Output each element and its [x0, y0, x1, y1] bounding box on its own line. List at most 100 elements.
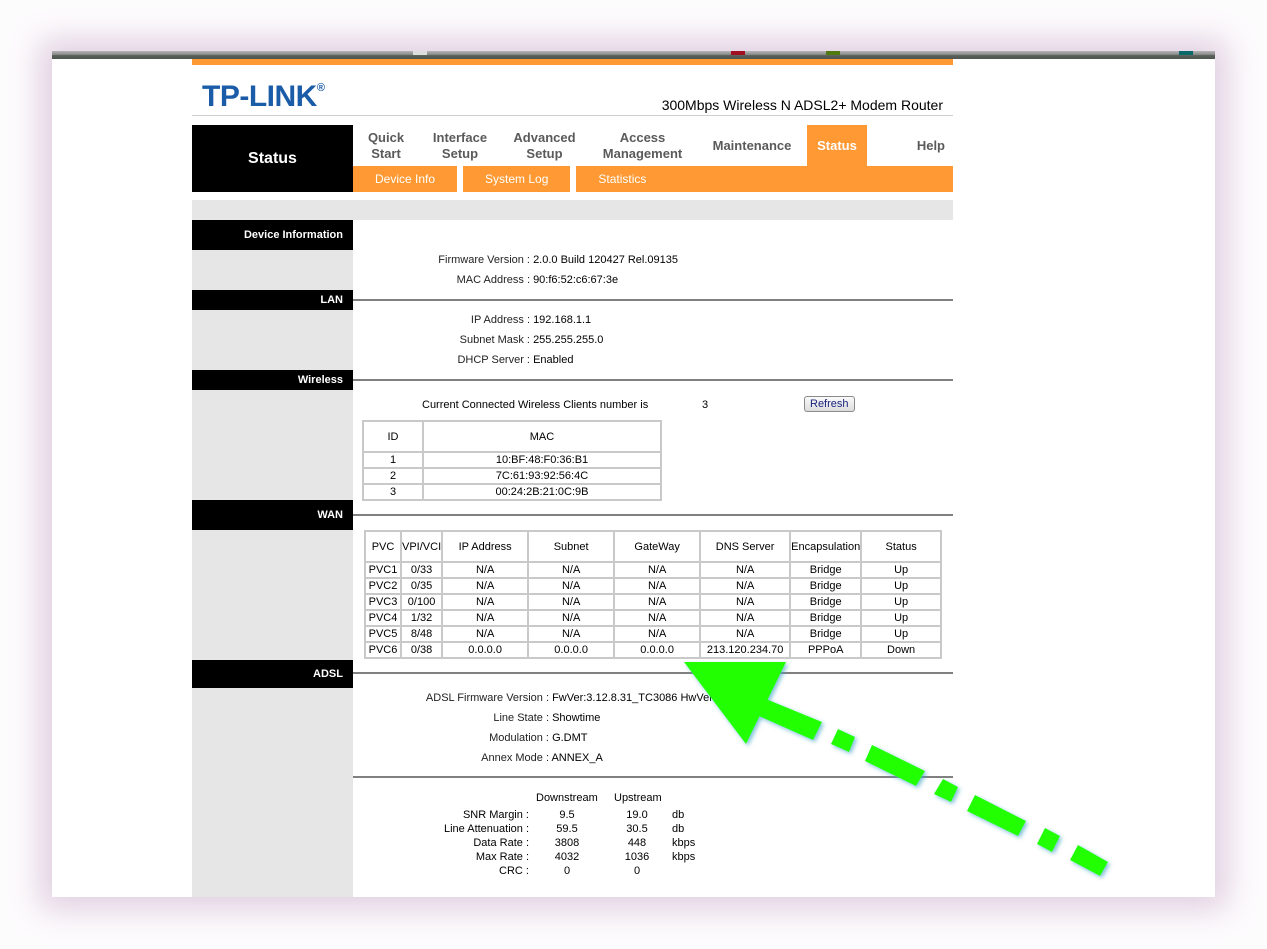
cell-status: Up [860, 593, 942, 611]
subnav-statistics[interactable]: Statistics [576, 166, 668, 192]
col-status: Status [860, 530, 942, 563]
cell-encapsulation: Bridge [789, 561, 863, 579]
section-adsl: ADSL [192, 660, 353, 688]
cell-ip-address: N/A [441, 593, 530, 611]
tp-link-logo: TP-LINK® [202, 80, 325, 114]
cell-vpi-vci: 0/33 [399, 561, 444, 579]
sub-navigation: Device Info System Log Statistics [353, 166, 953, 192]
table-row: PVC3 0/100 N/A N/A N/A N/A Bridge Up [364, 593, 942, 611]
nav-advanced-setup[interactable]: Advanced Setup [501, 125, 588, 166]
gray-spacer-bar [192, 200, 953, 220]
cell-subnet: N/A [527, 561, 616, 579]
table-row: 1 10:BF:48:F0:36:B1 [362, 451, 662, 469]
cell-gateway: N/A [613, 625, 702, 643]
col-mac: MAC [422, 420, 662, 453]
stats-downstream-value: 4032 [554, 851, 580, 863]
nav-maintenance[interactable]: Maintenance [697, 125, 807, 166]
lan-dhcp-value: Enabled [533, 354, 574, 366]
logo-text: TP-LINK [202, 80, 317, 113]
cell-status: Up [860, 561, 942, 579]
cell-subnet: N/A [527, 577, 616, 595]
cell-pvc: PVC6 [364, 641, 402, 659]
table-row: PVC1 0/33 N/A N/A N/A N/A Bridge Up [364, 561, 942, 579]
cell-vpi-vci: 0/100 [399, 593, 444, 611]
stats-unit: db [672, 823, 685, 835]
cell-ip-address: N/A [441, 609, 530, 627]
cell-encapsulation: PPPoA [789, 641, 863, 659]
cell-dns-server: N/A [699, 561, 792, 579]
cell-subnet: N/A [527, 625, 616, 643]
stats-downstream-value: 59.5 [556, 823, 578, 835]
browser-toolbar-strip [52, 51, 1215, 59]
stats-upstream-value: 30.5 [626, 823, 648, 835]
main-navigation: Status Quick Start Interface Setup Advan… [192, 125, 953, 192]
stats-unit: db [672, 809, 685, 821]
brand-header: TP-LINK® 300Mbps Wireless N ADSL2+ Modem… [192, 65, 953, 116]
stats-col-downstream: Downstream [536, 792, 598, 804]
cell-mac: 00:24:2B:21:0C:9B [422, 483, 662, 501]
nav-help[interactable]: Help [867, 125, 953, 166]
adsl-mod-row: Modulation : G.DMT [349, 732, 588, 744]
lan-dhcp-label: DHCP Server : [457, 354, 530, 366]
stats-col-upstream: Upstream [614, 792, 662, 804]
cell-status: Up [860, 609, 942, 627]
adsl-fw-label: ADSL Firmware Version : [425, 692, 549, 704]
adsl-mod-label: Modulation : [489, 732, 549, 744]
subnav-device-info[interactable]: Device Info [353, 166, 457, 192]
cell-id: 2 [362, 467, 424, 485]
toolbar-icon [826, 51, 840, 55]
col-pvc: PVC [364, 530, 402, 563]
cell-mac: 7C:61:93:92:56:4C [422, 467, 662, 485]
cell-vpi-vci: 0/38 [399, 641, 444, 659]
section-wan: WAN [192, 500, 353, 530]
stats-upstream-value: 19.0 [626, 809, 648, 821]
wireless-clients-label: Current Connected Wireless Clients numbe… [422, 399, 649, 411]
adsl-line-row: Line State : Showtime [349, 712, 600, 724]
section-divider [353, 514, 953, 516]
nav-access-management[interactable]: Access Management [588, 125, 697, 166]
wireless-clients-count: 3 [702, 399, 709, 411]
adsl-line-label: Line State : [493, 712, 549, 724]
cell-pvc: PVC4 [364, 609, 402, 627]
toolbar-icon [413, 51, 427, 55]
cell-pvc: PVC5 [364, 625, 402, 643]
wireless-clients-table: ID MAC 1 10:BF:48:F0:36:B1 2 7C:61:93:92:5… [362, 420, 662, 501]
cell-status: Down [860, 641, 942, 659]
stats-unit: kbps [672, 851, 696, 863]
cell-gateway: N/A [613, 577, 702, 595]
toolbar-icon [731, 51, 745, 55]
stats-downstream-value: 3808 [554, 837, 580, 849]
lan-mask-value: 255.255.255.0 [533, 334, 604, 346]
stats-label: Data Rate : [473, 837, 529, 849]
col-subnet: Subnet [527, 530, 616, 563]
cell-ip-address: 0.0.0.0 [441, 641, 530, 659]
nav-interface-setup[interactable]: Interface Setup [419, 125, 501, 166]
adsl-mod-value: G.DMT [552, 732, 588, 744]
cell-encapsulation: Bridge [789, 593, 863, 611]
table-row: PVC2 0/35 N/A N/A N/A N/A Bridge Up [364, 577, 942, 595]
nav-section-title: Status [192, 125, 353, 192]
refresh-button[interactable]: Refresh [804, 396, 855, 412]
stats-label: Line Attenuation : [443, 823, 529, 835]
subnav-system-log[interactable]: System Log [463, 166, 570, 192]
mac-address-label: MAC Address : [456, 274, 530, 286]
section-divider [353, 672, 953, 674]
section-lan: LAN [192, 290, 353, 310]
cell-vpi-vci: 8/48 [399, 625, 444, 643]
stats-label: CRC : [499, 865, 529, 877]
nav-status[interactable]: Status [807, 125, 867, 166]
firmware-version-value: 2.0.0 Build 120427 Rel.09135 [533, 254, 679, 266]
cell-subnet: N/A [527, 593, 616, 611]
cell-dns-server: N/A [699, 593, 792, 611]
section-divider [353, 776, 953, 778]
adsl-line-value: Showtime [552, 712, 601, 724]
stats-label: SNR Margin : [462, 809, 529, 821]
model-name: 300Mbps Wireless N ADSL2+ Modem Router [661, 97, 943, 113]
cell-pvc: PVC2 [364, 577, 402, 595]
table-header-row: PVC VPI/VCI IP Address Subnet GateWay DN… [364, 530, 942, 563]
table-row: PVC6 0/38 0.0.0.0 0.0.0.0 0.0.0.0 213.120.234… [364, 641, 942, 659]
mac-address-value: 90:f6:52:c6:67:3e [533, 274, 619, 286]
nav-quick-start[interactable]: Quick Start [353, 125, 419, 166]
router-page: TP-LINK® 300Mbps Wireless N ADSL2+ Modem… [192, 59, 953, 897]
section-divider [353, 379, 953, 381]
